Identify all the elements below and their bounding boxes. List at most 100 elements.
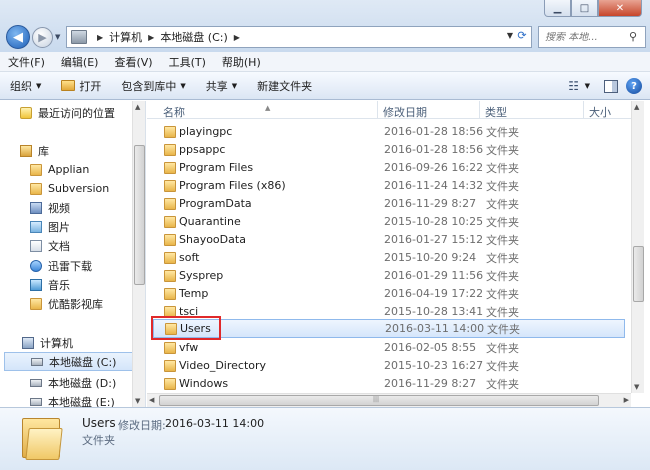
menu-help[interactable]: 帮助(H) xyxy=(222,54,261,70)
command-bar: 组织 ▼ 打开 包含到库中 ▼ 共享 ▼ 新建文件夹 ☷ ▼ ? xyxy=(0,72,650,100)
sidebar-item-computer[interactable]: 计算机 xyxy=(22,333,145,352)
sidebar-item-drive-e[interactable]: 本地磁盘 (E:) xyxy=(30,392,145,407)
scroll-left-icon[interactable]: ◀ xyxy=(149,396,154,404)
breadcrumb-computer[interactable]: 计算机 xyxy=(109,29,142,45)
address-bar[interactable]: ▶ 计算机 ▶ 本地磁盘 (C:) ▶ ▼ ⟳ xyxy=(66,26,532,48)
navigation-pane-scrollbar[interactable]: ▲ ▼ xyxy=(132,101,145,407)
file-row-selected[interactable]: Users 2016-03-11 14:00 文件夹 xyxy=(153,319,625,338)
column-header-type[interactable]: 类型 xyxy=(485,104,507,120)
file-list-vertical-scrollbar[interactable]: ▲ ▼ xyxy=(631,101,644,393)
file-date: 2016-01-27 15:12 xyxy=(384,233,484,246)
column-divider[interactable] xyxy=(583,101,584,119)
search-input[interactable] xyxy=(545,31,625,43)
search-icon[interactable]: ⚲ xyxy=(629,30,641,43)
back-button[interactable]: ◀ xyxy=(6,25,30,49)
folder-icon xyxy=(164,216,176,228)
sidebar-item-thunder-download[interactable]: 迅雷下载 xyxy=(30,256,145,275)
file-type: 文件夹 xyxy=(486,197,519,211)
scroll-up-icon[interactable]: ▲ xyxy=(135,103,140,111)
window-controls: ▁ □ ✕ xyxy=(544,0,642,17)
forward-button[interactable]: ▶ xyxy=(32,27,53,48)
sidebar-item-recent-places[interactable]: 最近访问的位置 xyxy=(20,103,145,122)
share-button[interactable]: 共享 ▼ xyxy=(206,78,237,94)
thunder-download-icon xyxy=(30,259,42,272)
folder-icon xyxy=(164,270,176,282)
file-row[interactable]: playingpc 2016-01-28 18:56 文件夹 xyxy=(153,123,625,140)
sidebar-item-music[interactable]: 音乐 xyxy=(30,275,145,294)
folder-icon xyxy=(164,126,176,138)
file-row[interactable]: Program Files (x86) 2016-11-24 14:32 文件夹 xyxy=(153,177,625,194)
file-date: 2016-04-19 17:22 xyxy=(384,287,484,300)
address-history-dropdown[interactable]: ▼ xyxy=(507,31,513,40)
sidebar-item-documents[interactable]: 文档 xyxy=(30,236,145,255)
file-row[interactable]: Windows 2016-11-29 8:27 文件夹 xyxy=(153,375,625,392)
breadcrumb-chevron-icon[interactable]: ▶ xyxy=(148,33,154,42)
folder-icon xyxy=(30,182,42,195)
sidebar-item-label: 视频 xyxy=(48,201,70,215)
file-row[interactable]: ShayooData 2016-01-27 15:12 文件夹 xyxy=(153,231,625,248)
scroll-down-icon[interactable]: ▼ xyxy=(135,397,140,405)
menu-view[interactable]: 查看(V) xyxy=(114,54,152,70)
pictures-library-icon xyxy=(30,220,42,233)
scrollbar-thumb[interactable] xyxy=(633,246,644,302)
sidebar-item-drive-d[interactable]: 本地磁盘 (D:) xyxy=(30,373,145,392)
column-header-size[interactable]: 大小 xyxy=(589,104,611,120)
breadcrumb-chevron-icon[interactable]: ▶ xyxy=(234,33,240,42)
maximize-button[interactable]: □ xyxy=(571,0,598,17)
preview-pane-icon[interactable] xyxy=(604,79,618,93)
details-pane: Users 修改日期: 2016-03-11 14:00 文件夹 xyxy=(0,407,650,470)
menu-file[interactable]: 文件(F) xyxy=(8,54,45,70)
menu-edit[interactable]: 编辑(E) xyxy=(61,54,99,70)
column-divider[interactable] xyxy=(377,101,378,119)
sidebar-item-applian[interactable]: Applian xyxy=(30,160,145,179)
open-button[interactable]: 打开 xyxy=(61,78,101,94)
column-header-name[interactable]: 名称 xyxy=(163,104,185,120)
include-in-library-button[interactable]: 包含到库中 ▼ xyxy=(121,78,185,94)
file-date: 2016-01-28 18:56 xyxy=(384,125,484,138)
sidebar-item-videos[interactable]: 视频 xyxy=(30,198,145,217)
minimize-button[interactable]: ▁ xyxy=(544,0,571,17)
file-row[interactable]: Program Files 2016-09-26 16:22 文件夹 xyxy=(153,159,625,176)
organize-button[interactable]: 组织 ▼ xyxy=(10,78,41,94)
file-row[interactable]: tsci 2015-10-28 13:41 文件夹 xyxy=(153,303,625,320)
help-icon[interactable]: ? xyxy=(626,78,642,94)
close-button[interactable]: ✕ xyxy=(598,0,642,17)
file-date: 2016-09-26 16:22 xyxy=(384,161,484,174)
chevron-down-icon: ▼ xyxy=(36,81,42,90)
refresh-icon[interactable]: ⟳ xyxy=(515,29,529,45)
file-row[interactable]: ProgramData 2016-11-29 8:27 文件夹 xyxy=(153,195,625,212)
file-row[interactable]: ppsappc 2016-01-28 18:56 文件夹 xyxy=(153,141,625,158)
scroll-down-icon[interactable]: ▼ xyxy=(634,383,639,391)
file-date: 2015-10-28 10:25 xyxy=(384,215,484,228)
chevron-down-icon[interactable]: ▼ xyxy=(585,82,590,90)
folder-icon xyxy=(164,342,176,354)
file-row[interactable]: Temp 2016-04-19 17:22 文件夹 xyxy=(153,285,625,302)
file-name: Program Files (x86) xyxy=(179,179,286,192)
column-divider[interactable] xyxy=(479,101,480,119)
change-view-icon[interactable]: ☷ xyxy=(563,77,585,95)
menu-tools[interactable]: 工具(T) xyxy=(169,54,206,70)
search-box[interactable]: ⚲ xyxy=(538,26,646,48)
file-row[interactable]: soft 2015-10-20 9:24 文件夹 xyxy=(153,249,625,266)
large-folder-icon xyxy=(22,414,63,460)
sidebar-item-drive-c[interactable]: 本地磁盘 (C:) xyxy=(4,352,134,371)
file-name: playingpc xyxy=(179,125,233,138)
sidebar-item-libraries[interactable]: 库 xyxy=(20,141,145,160)
file-row[interactable]: vfw 2016-02-05 8:55 文件夹 xyxy=(153,339,625,356)
recent-pages-dropdown[interactable]: ▼ xyxy=(55,33,63,41)
scroll-right-icon[interactable]: ▶ xyxy=(624,396,629,404)
new-folder-button[interactable]: 新建文件夹 xyxy=(257,78,312,94)
file-row[interactable]: Sysprep 2016-01-29 11:56 文件夹 xyxy=(153,267,625,284)
sidebar-item-pictures[interactable]: 图片 xyxy=(30,217,145,236)
file-name: Temp xyxy=(179,287,209,300)
sidebar-item-subversion[interactable]: Subversion xyxy=(30,179,145,198)
sidebar-item-youku-library[interactable]: 优酷影视库 xyxy=(30,294,145,313)
breadcrumb-chevron-icon[interactable]: ▶ xyxy=(97,33,103,42)
file-row[interactable]: Video_Directory 2015-10-23 16:27 文件夹 xyxy=(153,357,625,374)
column-header-date[interactable]: 修改日期 xyxy=(383,104,427,120)
scrollbar-thumb[interactable] xyxy=(134,145,145,285)
scroll-up-icon[interactable]: ▲ xyxy=(634,103,639,111)
breadcrumb-drive-c[interactable]: 本地磁盘 (C:) xyxy=(160,29,227,45)
file-row[interactable]: Quarantine 2015-10-28 10:25 文件夹 xyxy=(153,213,625,230)
file-list-horizontal-scrollbar[interactable]: ◀ ||| ▶ xyxy=(147,393,631,407)
